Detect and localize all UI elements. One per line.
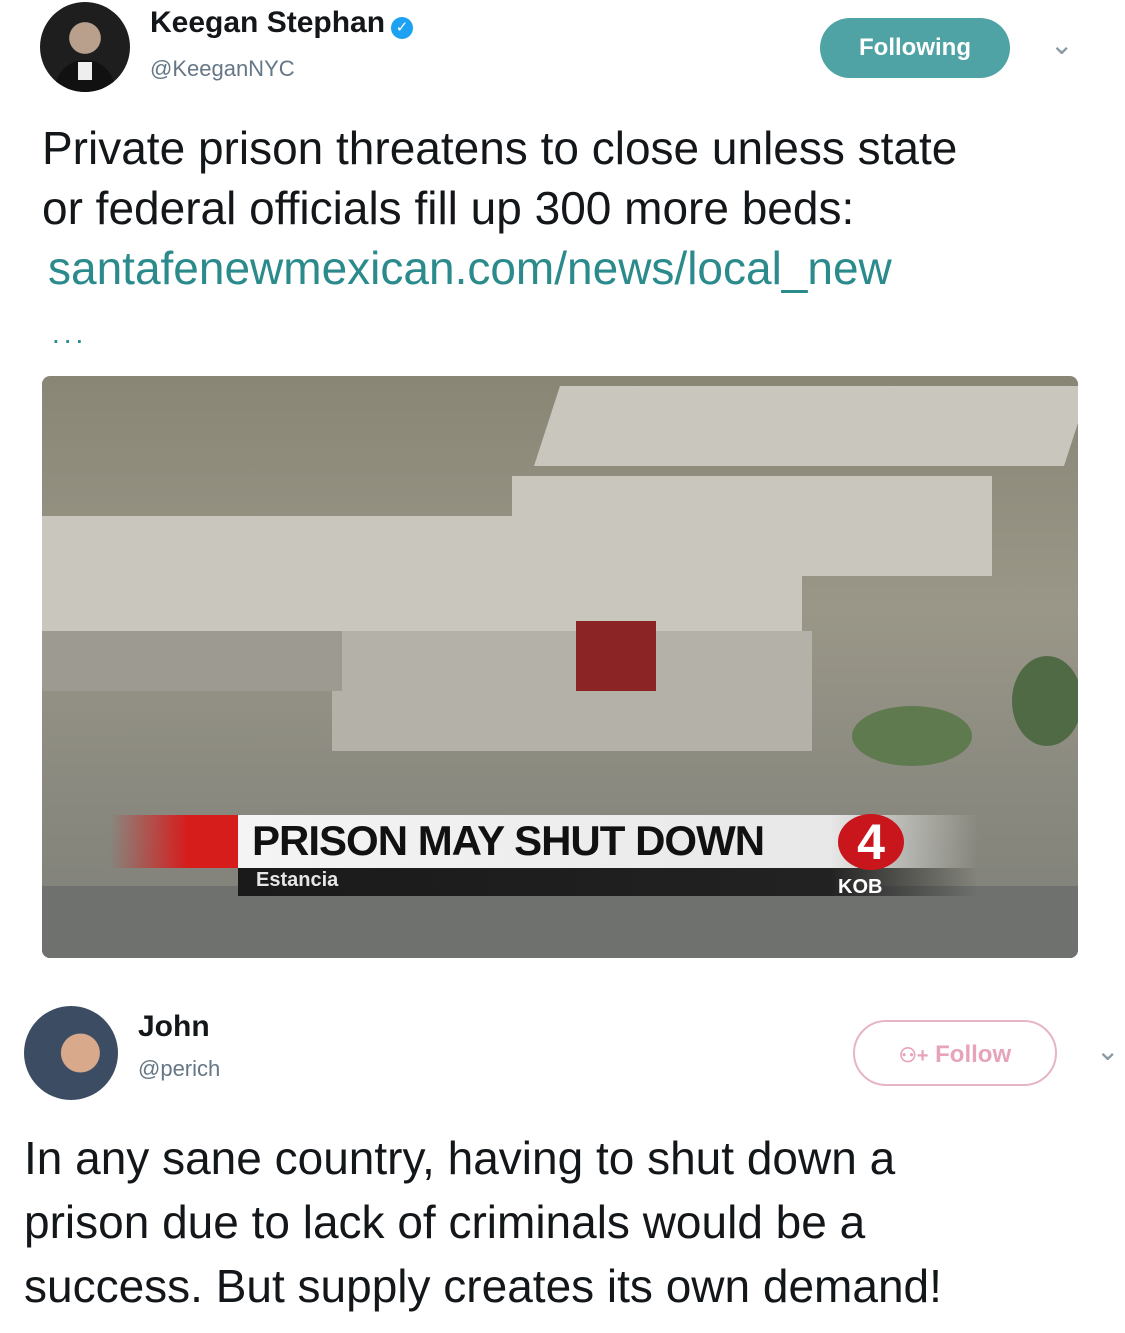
author-handle-john[interactable]: @perich [138, 1056, 220, 1082]
prison-roof-mid [512, 476, 992, 576]
tree-right [1012, 656, 1078, 746]
add-user-icon: ⚇+ [898, 1045, 929, 1067]
verified-icon: ✓ [391, 16, 414, 39]
station-name: KOB [838, 876, 883, 898]
author-name-john[interactable]: John [138, 1010, 210, 1044]
channel-logo: 4 [838, 814, 904, 870]
following-button[interactable]: Following [820, 18, 1010, 78]
author-block: Keegan Stephan ✓ [150, 6, 414, 40]
tweet-text-line2: or federal officials fill up 300 more be… [42, 182, 855, 234]
follow-button[interactable]: ⚇+ Follow [853, 1020, 1057, 1086]
prison-wall [332, 631, 812, 751]
tweet-text-line1: Private prison threatens to close unless… [42, 122, 958, 174]
news-location: Estancia [256, 869, 339, 891]
chevron-down-icon-2[interactable]: ⌄ [1096, 1034, 1119, 1067]
prison-roof-back [534, 386, 1078, 466]
avatar-john[interactable] [24, 1006, 118, 1100]
author-name[interactable]: Keegan Stephan [150, 6, 385, 39]
prison-wall-left [42, 631, 342, 691]
reply-text-line2: prison due to lack of criminals would be… [24, 1196, 866, 1248]
prison-entrance [576, 621, 656, 691]
link-ellipsis: ... [52, 318, 88, 349]
avatar-collar [78, 62, 92, 80]
banner-red-strip [110, 815, 240, 868]
author-handle[interactable]: @KeeganNYC [150, 56, 295, 82]
chevron-down-icon[interactable]: ⌄ [1050, 28, 1073, 61]
avatar-keegan[interactable] [40, 2, 130, 92]
parking-lot [42, 886, 1078, 958]
reply-text-line1: In any sane country, having to shut down… [24, 1132, 896, 1184]
reply-text-line3: success. But supply creates its own dema… [24, 1260, 942, 1312]
tweet-link[interactable]: santafenewmexican.com/news/local_new [48, 238, 892, 298]
news-headline: PRISON MAY SHUT DOWN [252, 817, 765, 864]
tree [852, 706, 972, 766]
follow-label: Follow [935, 1041, 1012, 1068]
